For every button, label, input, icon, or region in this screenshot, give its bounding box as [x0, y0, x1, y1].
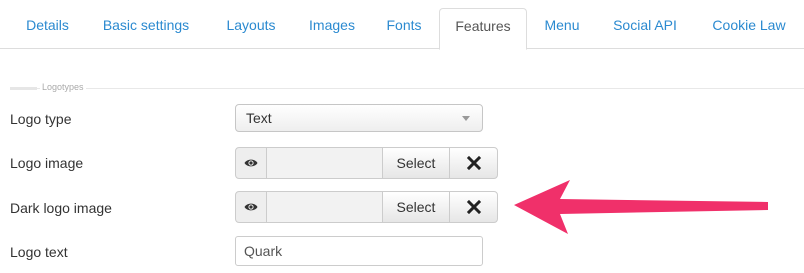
logo-image-field: Select	[235, 147, 498, 179]
tab-social-api[interactable]: Social API	[599, 0, 691, 49]
logo-image-path-input[interactable]	[266, 147, 383, 179]
chevron-down-icon	[462, 116, 470, 121]
dark-logo-image-clear-button[interactable]	[449, 191, 498, 223]
logo-image-clear-button[interactable]	[449, 147, 498, 179]
logo-image-select-button[interactable]: Select	[382, 147, 450, 179]
logo-text-label: Logo text	[10, 244, 68, 260]
fieldset-divider	[10, 88, 804, 89]
tab-layouts[interactable]: Layouts	[209, 0, 293, 49]
tab-bar: Details Basic settings Layouts Images Fo…	[0, 0, 804, 50]
close-icon	[466, 200, 481, 214]
close-icon	[466, 156, 481, 170]
dark-logo-image-path-input[interactable]	[266, 191, 383, 223]
tab-cookie-law[interactable]: Cookie Law	[697, 0, 801, 49]
annotation-arrow	[514, 180, 768, 234]
tab-menu[interactable]: Menu	[530, 0, 594, 49]
tab-details[interactable]: Details	[10, 0, 85, 49]
logo-text-input[interactable]	[235, 236, 483, 266]
dark-logo-image-field: Select	[235, 191, 498, 223]
fieldset-legend: Logotypes	[40, 82, 86, 92]
template-settings-page: Details Basic settings Layouts Images Fo…	[0, 0, 804, 273]
tab-fonts[interactable]: Fonts	[373, 0, 435, 49]
tab-features[interactable]: Features	[439, 8, 527, 50]
logo-type-label: Logo type	[10, 111, 72, 127]
dark-logo-image-select-button[interactable]: Select	[382, 191, 450, 223]
fieldset-divider-accent	[10, 87, 37, 90]
tab-images[interactable]: Images	[296, 0, 368, 49]
logo-image-label: Logo image	[10, 155, 84, 171]
eye-icon[interactable]	[235, 147, 267, 179]
dark-logo-image-label: Dark logo image	[10, 200, 112, 216]
tab-basic-settings[interactable]: Basic settings	[87, 0, 205, 49]
logo-type-selected-value: Text	[246, 110, 272, 126]
eye-icon[interactable]	[235, 191, 267, 223]
logo-type-select[interactable]: Text	[235, 104, 483, 132]
